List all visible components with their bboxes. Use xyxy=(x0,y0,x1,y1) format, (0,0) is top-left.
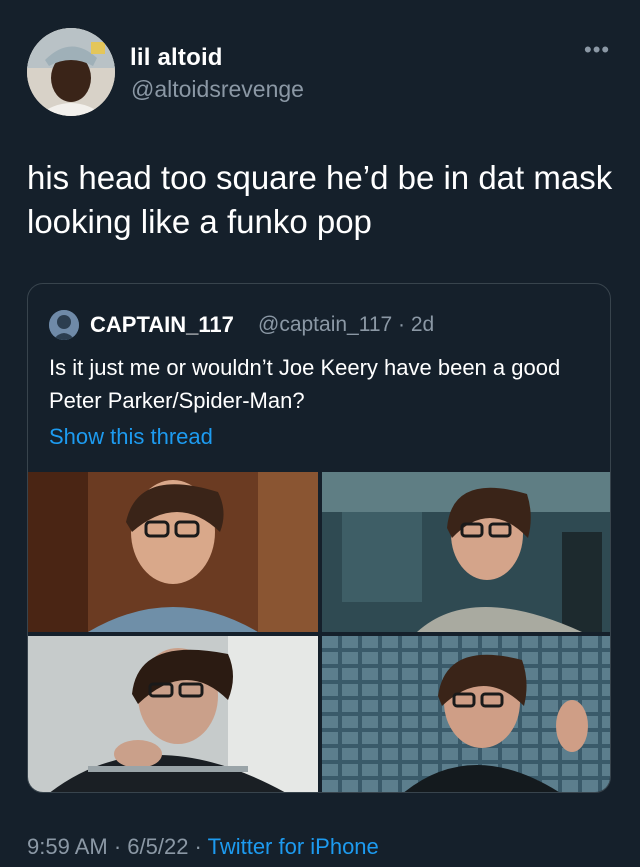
media-grid xyxy=(28,472,610,792)
tweet-screen: lil altoid @altoidsrevenge ••• his head … xyxy=(0,0,640,867)
tweet-timestamp[interactable]: 9:59 AM · 6/5/22 · xyxy=(27,834,208,859)
author-name[interactable]: lil altoid xyxy=(130,44,223,72)
author-handle[interactable]: @altoidsrevenge xyxy=(131,76,304,103)
quoted-author-handle-time[interactable]: @captain_117 · 2d xyxy=(258,313,434,337)
show-thread-link[interactable]: Show this thread xyxy=(49,424,213,450)
quoted-tweet[interactable]: CAPTAIN_117 @captain_117 · 2d Is it just… xyxy=(27,283,611,793)
photo-4[interactable] xyxy=(322,636,610,792)
tweet-text: his head too square he’d be in dat mask … xyxy=(27,159,613,240)
tweet-source-link[interactable]: Twitter for iPhone xyxy=(208,834,379,859)
photo-1[interactable] xyxy=(28,472,318,632)
photo-2[interactable] xyxy=(322,472,610,632)
quoted-author-avatar[interactable] xyxy=(49,310,79,340)
quoted-tweet-text: Is it just me or wouldn’t Joe Keery have… xyxy=(49,355,561,413)
quoted-author-name[interactable]: CAPTAIN_117 xyxy=(90,312,234,338)
author-avatar[interactable] xyxy=(27,28,115,116)
photo-3[interactable] xyxy=(28,636,318,792)
tweet-footer: 9:59 AM · 6/5/22 · Twitter for iPhone xyxy=(27,834,379,860)
more-dots-icon[interactable]: ••• xyxy=(584,39,618,61)
